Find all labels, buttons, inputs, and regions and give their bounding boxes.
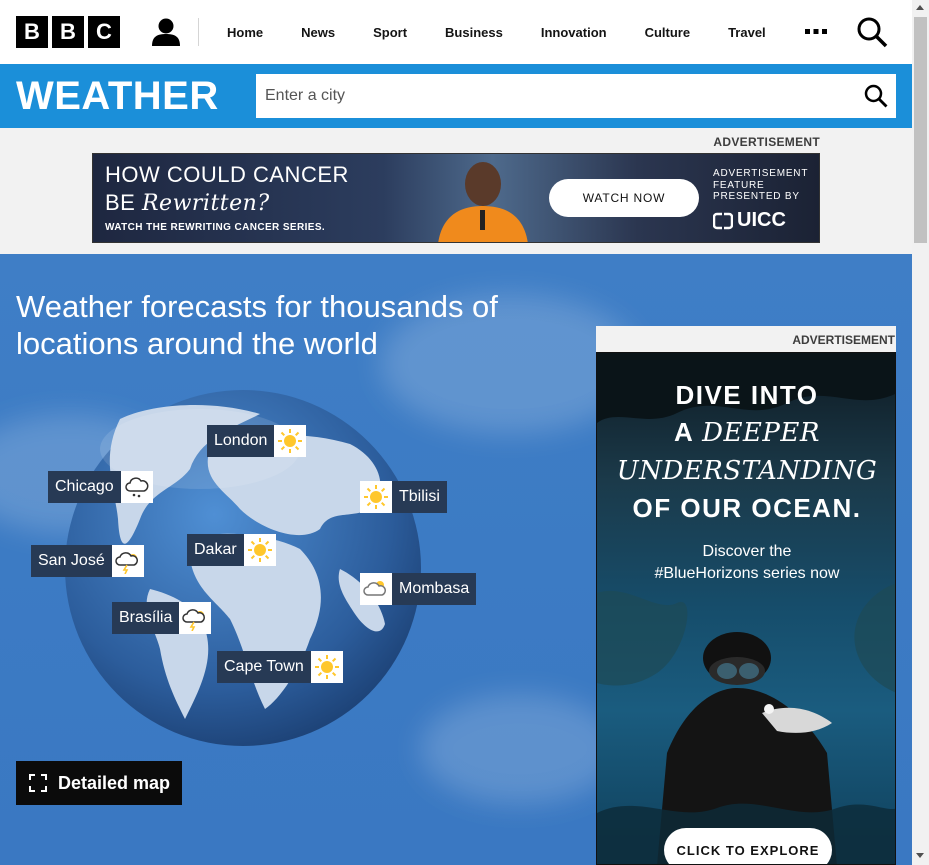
banner-line1: HOW COULD CANCER [105,162,349,187]
click-to-explore-button[interactable]: CLICK TO EXPLORE [664,828,832,864]
side-ad-slot: ADVERTISEMENT DIVE INTO A DEEPER UNDERST… [596,326,896,865]
account-icon[interactable] [150,16,182,48]
city-name: Mombasa [392,573,477,605]
location-search [256,74,896,118]
city-name: Chicago [48,471,121,503]
search-icon[interactable] [856,16,888,48]
uicc-logo-icon [713,212,733,229]
nav-innovation[interactable]: Innovation [522,25,626,40]
ad-headline: DIVE INTO A DEEPER UNDERSTANDING OF OUR … [616,380,878,523]
weather-title[interactable]: WEATHER [16,74,219,119]
nav-divider [198,18,199,46]
sunny-icon [360,481,392,513]
page-headline: Weather forecasts for thousands of locat… [16,289,498,361]
nav-business[interactable]: Business [426,25,522,40]
city-mombasa[interactable]: Mombasa [360,573,477,605]
banner-line2: BE Rewritten? [105,190,270,216]
nav-sport[interactable]: Sport [354,25,426,40]
thunderstorm-sun-icon [111,545,144,577]
bbc-logo[interactable]: B B C [16,16,120,48]
logo-letter-b1: B [16,16,48,48]
forecast-hero: Weather forecasts for thousands of locat… [0,254,912,865]
expand-icon [29,774,47,792]
cloud-hail-icon [120,471,153,503]
ocean-series-ad[interactable]: DIVE INTO A DEEPER UNDERSTANDING OF OUR … [596,352,896,865]
sunny-icon [310,651,343,683]
ad-feature-label: ADVERTISEMENT FEATURE PRESENTED BY [713,168,809,202]
logo-letter-b2: B [52,16,84,48]
nav-travel[interactable]: Travel [709,25,785,40]
detailed-map-label: Detailed map [58,772,171,793]
nav-home[interactable]: Home [208,25,282,40]
scrollbar-thumb[interactable] [914,17,927,243]
global-nav: B B C Home News Sport Business Innovatio… [0,0,912,64]
city-brasilia[interactable]: Brasília [112,602,212,634]
scroll-down-arrow-icon[interactable] [916,853,924,858]
scroll-up-arrow-icon[interactable] [916,5,924,10]
weather-header: WEATHER [0,64,912,128]
city-san-jose[interactable]: San José [31,545,144,577]
city-name: San José [31,545,112,577]
city-chicago[interactable]: Chicago [48,471,153,503]
city-name: Dakar [187,534,244,566]
banner-subline: WATCH THE REWRITING CANCER SERIES. [105,222,326,233]
cancer-series-banner[interactable]: HOW COULD CANCER BE Rewritten? WATCH THE… [92,153,820,243]
city-name: London [207,425,275,457]
sunny-icon [274,425,307,457]
city-tbilisi[interactable]: Tbilisi [360,481,447,513]
city-name: Brasília [112,602,180,634]
more-icon[interactable] [804,27,828,37]
city-name: Tbilisi [392,481,447,513]
weather-globe: London Chicago Tbilisi Dakar San José Mo… [0,379,560,759]
speaker-image [438,162,528,242]
watch-now-button[interactable]: WATCH NOW [549,179,699,217]
city-name: Cape Town [217,651,311,683]
search-icon[interactable] [864,84,888,108]
thunderstorm-sun-icon [179,602,212,634]
city-london[interactable]: London [207,425,307,457]
nav-links: Home News Sport Business Innovation Cult… [208,0,785,64]
nav-news[interactable]: News [282,25,354,40]
city-search-input[interactable] [256,74,846,118]
nav-culture[interactable]: Culture [626,25,710,40]
page-scrollbar[interactable] [912,0,929,865]
top-ad-slot: ADVERTISEMENT HOW COULD CANCER BE Rewrit… [0,128,912,254]
cloud-icon [360,573,392,605]
ad-label: ADVERTISEMENT [596,326,896,352]
ad-subtext: Discover the #BlueHorizons series now [654,543,840,582]
city-dakar[interactable]: Dakar [187,534,276,566]
sponsor-logo: UICC [713,209,786,232]
detailed-map-button[interactable]: Detailed map [16,761,182,805]
logo-letter-c: C [88,16,120,48]
sunny-icon [243,534,276,566]
ad-label: ADVERTISEMENT [713,135,820,149]
city-cape-town[interactable]: Cape Town [217,651,343,683]
